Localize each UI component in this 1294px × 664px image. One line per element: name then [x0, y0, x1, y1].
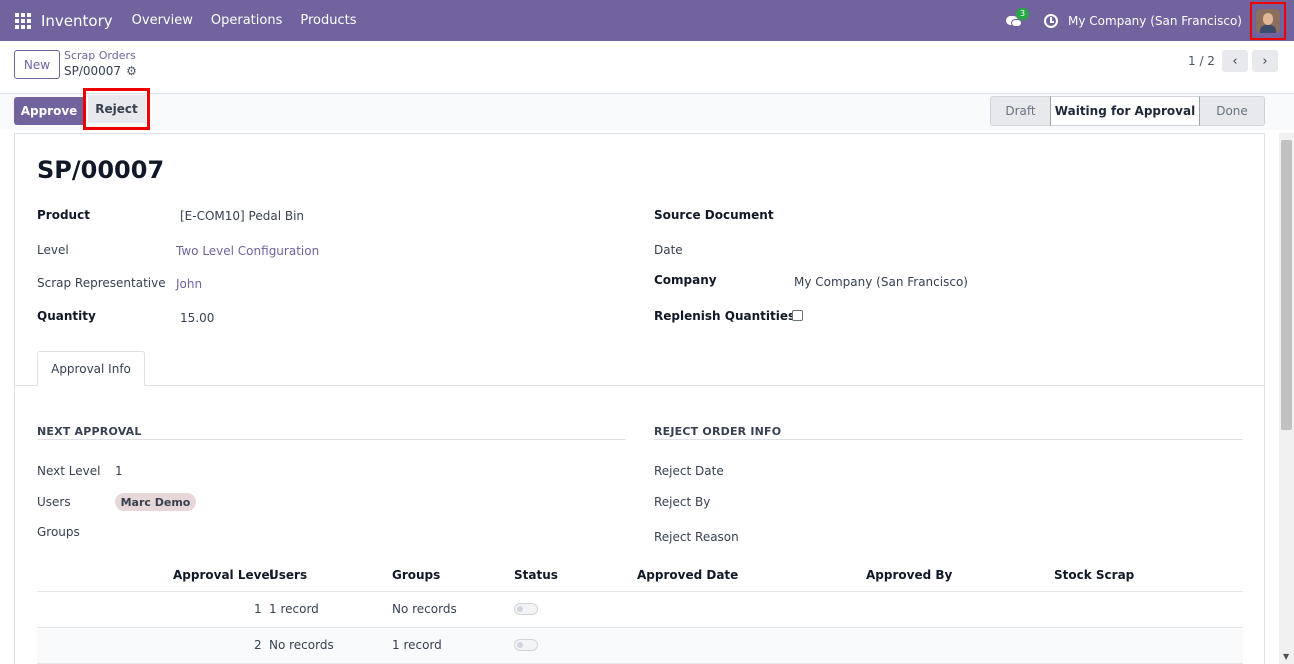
gear-icon[interactable]: ⚙ [126, 64, 137, 78]
column-stock-scrap[interactable]: Stock Scrap [1054, 568, 1134, 582]
row2-level[interactable]: 2 [254, 638, 262, 652]
company-field[interactable]: My Company (San Francisco) [794, 275, 968, 289]
menu-overview[interactable]: Overview [123, 0, 202, 41]
quantity-label: Quantity [37, 309, 96, 323]
next-approval-heading: NEXT APPROVAL [37, 425, 142, 438]
control-panel: New Scrap Orders SP/00007 ⚙ 1 / 2 ‹ › [0, 41, 1294, 94]
reject-by-label: Reject By [654, 495, 711, 509]
column-groups[interactable]: Groups [392, 568, 440, 582]
next-level-label: Next Level [37, 464, 101, 478]
status-bar: Approve Reject Draft Waiting for Approva… [0, 88, 1294, 130]
company-switcher[interactable]: My Company (San Francisco) [1068, 14, 1242, 28]
row2-status-toggle[interactable] [514, 639, 538, 651]
groups-label: Groups [37, 525, 80, 539]
apps-menu-icon[interactable] [15, 12, 31, 29]
column-approved-date[interactable]: Approved Date [637, 568, 738, 582]
row1-users[interactable]: 1 record [269, 602, 319, 616]
row1-groups[interactable]: No records [392, 602, 457, 616]
pager-value[interactable]: 1 / 2 [1188, 54, 1215, 68]
row2-groups[interactable]: 1 record [392, 638, 442, 652]
stage-done[interactable]: Done [1200, 96, 1265, 126]
record-title: SP/00007 [37, 156, 165, 184]
top-navbar: Inventory Overview Operations Products 3… [0, 0, 1294, 41]
next-approval-divider [37, 439, 626, 440]
stage-pipeline: Draft Waiting for Approval Done [990, 96, 1265, 126]
tabs-divider [15, 385, 1264, 386]
scrollbar-thumb[interactable] [1281, 140, 1292, 430]
pager-next-button[interactable]: › [1252, 50, 1278, 72]
replenish-quantities-label: Replenish Quantities [654, 309, 796, 323]
product-field[interactable]: [E-COM10] Pedal Bin [180, 209, 304, 223]
source-document-label: Source Document [654, 208, 774, 222]
reject-date-label: Reject Date [654, 464, 724, 478]
breadcrumb-current: SP/00007 ⚙ [64, 64, 137, 78]
row2-users[interactable]: No records [269, 638, 334, 652]
app-name[interactable]: Inventory [41, 12, 113, 30]
scrap-representative-field[interactable]: John [176, 277, 202, 291]
column-approval-level[interactable]: Approval Level [173, 568, 274, 582]
row1-status-toggle[interactable] [514, 603, 538, 615]
approve-button[interactable]: Approve [14, 97, 84, 125]
messages-badge: 3 [1016, 7, 1030, 20]
replenish-quantities-checkbox[interactable] [792, 310, 803, 321]
reject-button[interactable]: Reject [83, 88, 150, 130]
activities-clock-icon[interactable] [1044, 13, 1059, 28]
reject-reason-label: Reject Reason [654, 530, 739, 544]
main-menu: Overview Operations Products [123, 0, 366, 41]
reject-button-label: Reject [87, 95, 146, 123]
user-menu[interactable] [1250, 1, 1286, 40]
new-button[interactable]: New [14, 50, 60, 79]
company-label: Company [654, 273, 717, 287]
user-tag[interactable]: Marc Demo [115, 493, 196, 511]
product-label: Product [37, 208, 90, 222]
scroll-down-arrow-icon[interactable]: ▼ [1283, 652, 1289, 661]
form-sheet: SP/00007 Product [E-COM10] Pedal Bin Lev… [14, 133, 1265, 664]
menu-operations[interactable]: Operations [202, 0, 291, 41]
column-approved-by[interactable]: Approved By [866, 568, 952, 582]
scrap-representative-label: Scrap Representative [37, 276, 166, 290]
breadcrumb-current-label: SP/00007 [64, 64, 122, 78]
stage-draft[interactable]: Draft [990, 96, 1050, 126]
row1-level[interactable]: 1 [254, 602, 262, 616]
pager-previous-button[interactable]: ‹ [1222, 50, 1248, 72]
reject-order-info-heading: REJECT ORDER INFO [654, 425, 782, 438]
table-header-divider [37, 591, 1243, 592]
level-field[interactable]: Two Level Configuration [176, 244, 319, 258]
user-avatar [1256, 8, 1280, 33]
table-row[interactable] [37, 628, 1243, 663]
next-level-value: 1 [115, 464, 123, 478]
quantity-field[interactable]: 15.00 [180, 311, 214, 325]
users-label: Users [37, 495, 71, 509]
chevron-left-icon: ‹ [1232, 53, 1238, 69]
column-users[interactable]: Users [269, 568, 307, 582]
tab-approval-info[interactable]: Approval Info [37, 351, 145, 386]
messages-icon[interactable]: 3 [1006, 7, 1030, 28]
level-label: Level [37, 243, 69, 257]
column-status[interactable]: Status [514, 568, 558, 582]
menu-products[interactable]: Products [291, 0, 365, 41]
date-label: Date [654, 243, 683, 257]
chevron-right-icon: › [1262, 53, 1268, 69]
reject-order-info-divider [654, 439, 1243, 440]
stage-waiting-for-approval[interactable]: Waiting for Approval [1050, 96, 1200, 126]
breadcrumb-scrap-orders[interactable]: Scrap Orders [64, 49, 136, 62]
